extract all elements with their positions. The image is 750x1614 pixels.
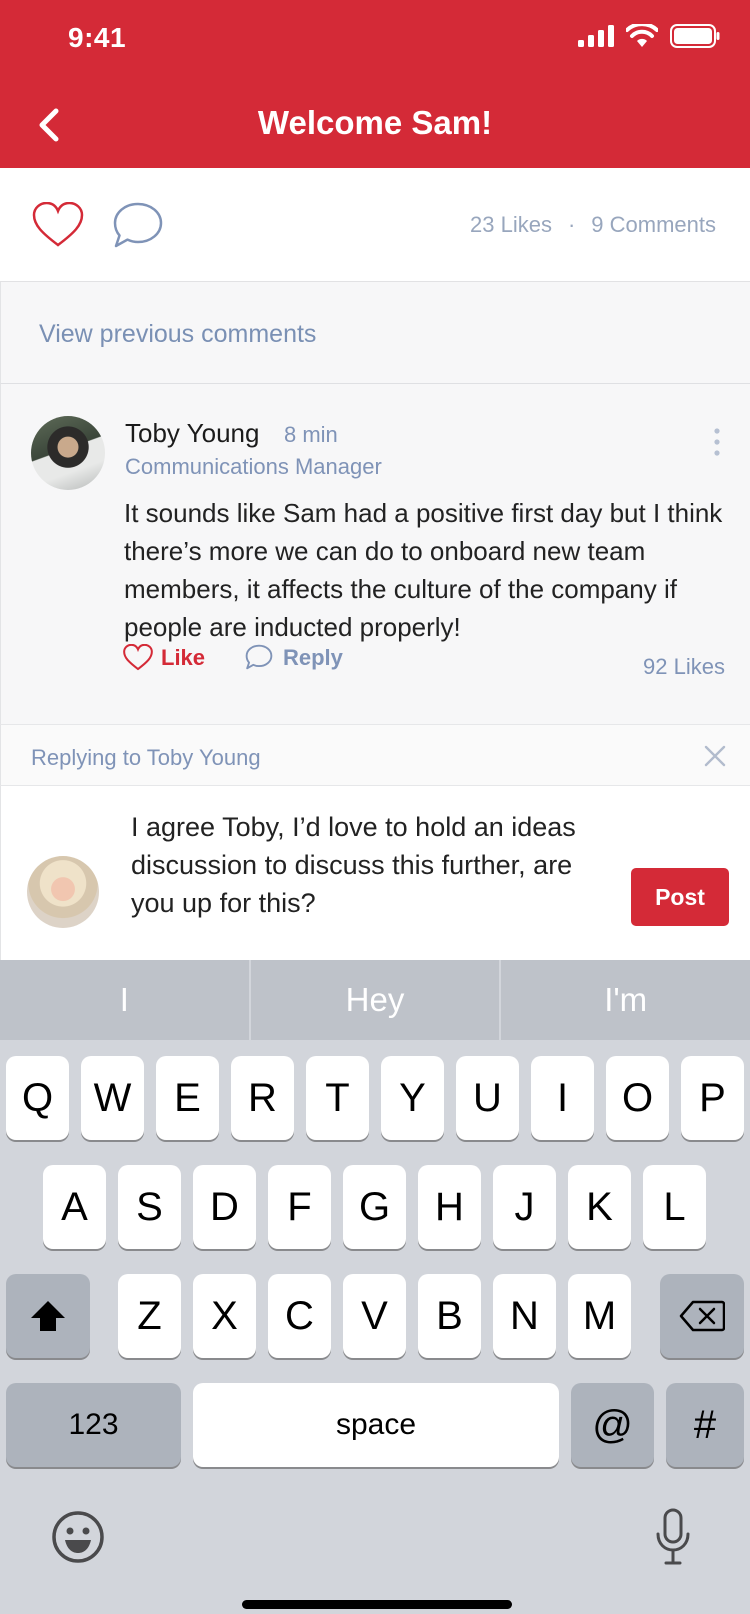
view-previous-comments[interactable]: View previous comments [0, 282, 750, 384]
key-u[interactable]: U [456, 1056, 519, 1140]
numbers-key[interactable]: 123 [6, 1383, 181, 1467]
reply-composer: I agree Toby, I’d love to hold an ideas … [0, 786, 750, 960]
status-time: 9:41 [68, 22, 127, 53]
comment-author-role: Communications Manager [125, 454, 382, 479]
view-previous-comments-label[interactable]: View previous comments [39, 320, 316, 349]
key-c[interactable]: C [268, 1274, 331, 1358]
shift-arrow-icon [31, 1301, 65, 1331]
microphone-icon[interactable] [654, 1508, 692, 1566]
shift-key[interactable] [6, 1274, 90, 1358]
comment-timestamp: 8 min [284, 422, 338, 447]
key-i[interactable]: I [531, 1056, 594, 1140]
key-j[interactable]: J [493, 1165, 556, 1249]
stats-separator: · [567, 212, 576, 237]
likes-count[interactable]: 23 Likes [470, 212, 552, 238]
avatar[interactable] [31, 416, 105, 490]
comment-reply-button[interactable]: Reply [245, 644, 343, 671]
delete-key[interactable] [660, 1274, 744, 1358]
suggestion-item[interactable]: I'm [501, 960, 750, 1040]
status-icons [578, 24, 720, 48]
comment-like-label: Like [161, 644, 206, 670]
key-z[interactable]: Z [118, 1274, 181, 1358]
key-t[interactable]: T [306, 1056, 369, 1140]
comment-author[interactable]: Toby Young [125, 418, 259, 449]
replying-to-label: Replying to Toby Young [31, 745, 261, 770]
page-title: Welcome Sam! [257, 104, 493, 141]
key-s[interactable]: S [118, 1165, 181, 1249]
reply-input[interactable]: I agree Toby, I’d love to hold an ideas … [131, 808, 611, 922]
key-h[interactable]: H [418, 1165, 481, 1249]
heart-icon [123, 644, 153, 671]
post-actions-bar: 23 Likes · 9 Comments [0, 168, 750, 282]
key-b[interactable]: B [418, 1274, 481, 1358]
comments-count[interactable]: 9 Comments [591, 212, 716, 238]
home-indicator [242, 1600, 512, 1609]
keyboard-suggestions: I Hey I'm [0, 960, 750, 1040]
comment-icon[interactable] [112, 202, 164, 250]
key-a[interactable]: A [43, 1165, 106, 1249]
suggestion-item[interactable]: Hey [251, 960, 502, 1040]
comment-reply-label: Reply [283, 644, 343, 670]
replying-to-bar: Replying to Toby Young [0, 724, 750, 786]
comment-likes-count[interactable]: 92 Likes [643, 654, 725, 680]
key-w[interactable]: W [81, 1056, 144, 1140]
key-g[interactable]: G [343, 1165, 406, 1249]
post-stats: 23 Likes · 9 Comments [470, 212, 716, 238]
key-l[interactable]: L [643, 1165, 706, 1249]
key-p[interactable]: P [681, 1056, 744, 1140]
key-n[interactable]: N [493, 1274, 556, 1358]
avatar [27, 856, 99, 928]
wifi-icon [626, 24, 658, 47]
keyboard: I Hey I'm Q W E R T Y U I O P A S D F G … [0, 960, 750, 1614]
key-m[interactable]: M [568, 1274, 631, 1358]
battery-icon [670, 24, 720, 48]
comment-like-button[interactable]: Like [123, 644, 205, 671]
app-header: 9:41 Welcome Sam! [0, 0, 750, 168]
key-f[interactable]: F [268, 1165, 331, 1249]
comment-item: Toby Young 8 min Communications Manager … [0, 384, 750, 724]
key-v[interactable]: V [343, 1274, 406, 1358]
comment-actions: Like Reply 92 Likes [1, 644, 750, 688]
post-button[interactable]: Post [631, 868, 729, 926]
key-y[interactable]: Y [381, 1056, 444, 1140]
close-icon[interactable] [704, 745, 726, 767]
at-key[interactable]: @ [571, 1383, 654, 1467]
key-e[interactable]: E [156, 1056, 219, 1140]
hash-key[interactable]: # [666, 1383, 744, 1467]
key-k[interactable]: K [568, 1165, 631, 1249]
emoji-icon[interactable] [51, 1510, 105, 1564]
comment-body: It sounds like Sam had a positive first … [124, 498, 723, 642]
space-key[interactable]: space [193, 1383, 559, 1467]
key-o[interactable]: O [606, 1056, 669, 1140]
reply-icon [245, 644, 273, 670]
more-options-icon[interactable] [713, 428, 721, 456]
signal-icon [578, 25, 614, 47]
key-r[interactable]: R [231, 1056, 294, 1140]
heart-icon[interactable] [32, 202, 84, 248]
key-x[interactable]: X [193, 1274, 256, 1358]
key-q[interactable]: Q [6, 1056, 69, 1140]
backspace-icon [679, 1300, 725, 1332]
key-d[interactable]: D [193, 1165, 256, 1249]
suggestion-item[interactable]: I [0, 960, 251, 1040]
